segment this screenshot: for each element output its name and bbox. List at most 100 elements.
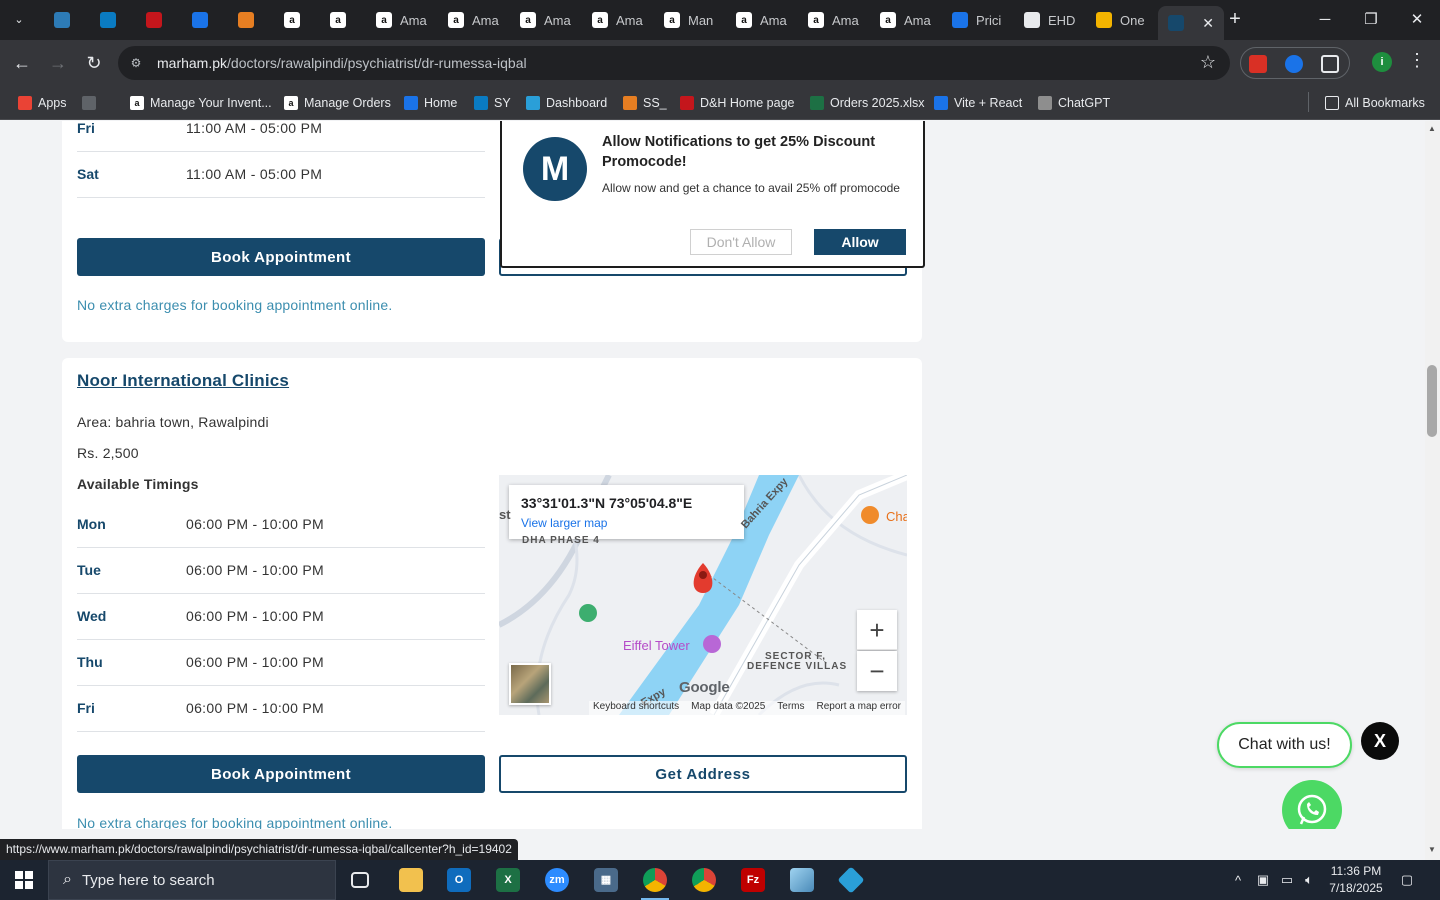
timing-hours: 11:00 AM - 05:00 PM — [186, 121, 323, 136]
map-satellite-toggle[interactable] — [509, 663, 551, 705]
address-bar[interactable]: ⚙ marham.pk/doctors/rawalpindi/psychiatr… — [118, 46, 1230, 80]
extension-red-icon[interactable] — [1249, 55, 1267, 73]
start-button[interactable] — [0, 860, 48, 900]
allow-button[interactable]: Allow — [814, 229, 906, 255]
tab-close-icon[interactable]: ✕ — [1202, 15, 1214, 32]
taskbar-file-explorer[interactable] — [391, 864, 431, 896]
dont-allow-button[interactable]: Don't Allow — [690, 229, 792, 255]
clinic-name[interactable]: Noor International Clinics — [77, 371, 289, 391]
bookmark-item[interactable]: SS_ — [623, 93, 667, 113]
bookmark-star-icon[interactable]: ☆ — [1200, 52, 1216, 73]
taskbar-chrome[interactable] — [635, 864, 675, 900]
taskbar-app[interactable] — [782, 864, 822, 896]
notifications-icon[interactable]: ▢ — [1394, 860, 1420, 900]
taskbar-chrome-2[interactable] — [684, 864, 724, 896]
chat-with-us-bubble[interactable]: Chat with us! — [1217, 722, 1352, 768]
task-view-icon — [351, 872, 369, 888]
browser-tab[interactable] — [44, 6, 90, 34]
browser-tab[interactable]: a Ama — [582, 6, 654, 34]
get-address-button[interactable]: Get Address — [499, 755, 907, 793]
map-zoom-out-button[interactable]: − — [857, 651, 897, 691]
view-larger-map-link[interactable]: View larger map — [521, 516, 607, 530]
map-keyboard-shortcuts-link[interactable]: Keyboard shortcuts — [593, 701, 679, 715]
book-appointment-button[interactable]: Book Appointment — [77, 755, 485, 793]
tray-overflow-icon[interactable]: ^ — [1228, 860, 1248, 900]
bookmark-item[interactable]: ChatGPT — [1038, 93, 1110, 113]
taskbar-filezilla[interactable]: Fz — [733, 864, 773, 896]
map-report-error-link[interactable]: Report a map error — [817, 701, 901, 715]
browser-tab[interactable]: a Ama — [798, 6, 870, 34]
site-info-icon[interactable]: ⚙ — [128, 55, 144, 71]
browser-tab[interactable] — [228, 6, 274, 34]
bookmark-item[interactable]: Vite + React — [934, 93, 1022, 113]
bookmark-item[interactable]: SY — [474, 93, 511, 113]
browser-tab[interactable]: a Ama — [870, 6, 942, 34]
bookmark-item[interactable]: Dashboard — [526, 93, 607, 113]
profile-avatar[interactable]: i — [1372, 52, 1392, 72]
booking-note: No extra charges for booking appointment… — [77, 297, 393, 313]
browser-tab[interactable]: a — [274, 6, 320, 34]
bookmark-item[interactable]: D&H Home page — [680, 93, 795, 113]
map-zoom-in-button[interactable]: + — [857, 610, 897, 650]
map-info-window: 33°31'01.3"N 73°05'04.8"E View larger ma… — [509, 485, 744, 539]
browser-tab[interactable]: Prici — [942, 6, 1014, 34]
browser-tab[interactable]: a — [320, 6, 366, 34]
taskbar-clock[interactable]: 11:36 PM 7/18/2025 — [1325, 863, 1387, 897]
bookmark-item[interactable]: Apps — [18, 93, 67, 113]
all-bookmarks-button[interactable]: All Bookmarks — [1325, 93, 1425, 113]
clinic-map[interactable]: 33°31'01.3"N 73°05'04.8"E View larger ma… — [499, 475, 907, 715]
browser-tab[interactable]: ✕ — [1158, 6, 1224, 40]
tab-title: Ama — [832, 12, 859, 28]
taskbar-outlook[interactable]: O — [439, 864, 479, 896]
browser-tab[interactable]: EHD — [1014, 6, 1086, 34]
bookmark-item[interactable]: a Manage Orders — [284, 93, 391, 113]
volume-icon[interactable]: 🔈︎ — [1299, 860, 1319, 900]
dollar-icon — [952, 12, 968, 28]
browser-tab[interactable]: a Ama — [438, 6, 510, 34]
bookmark-item[interactable]: a Manage Your Invent... — [130, 93, 272, 113]
bookmark-item[interactable]: Home — [404, 93, 457, 113]
amazon-icon: a — [448, 12, 464, 28]
amazon-icon: a — [808, 12, 824, 28]
browser-tab[interactable] — [90, 6, 136, 34]
page-scrollbar[interactable]: ▲ ▼ — [1425, 121, 1440, 860]
task-view-button[interactable] — [340, 864, 380, 896]
taskbar-excel[interactable]: X — [488, 864, 528, 896]
browser-tab[interactable]: a Ama — [366, 6, 438, 34]
browser-tab[interactable]: a Ama — [510, 6, 582, 34]
minimize-button[interactable]: ─ — [1302, 0, 1348, 40]
url-text[interactable]: marham.pk/doctors/rawalpindi/psychiatris… — [157, 55, 527, 71]
restore-button[interactable]: ❐ — [1348, 0, 1394, 40]
browser-tab[interactable] — [182, 6, 228, 34]
browser-tab[interactable]: One — [1086, 6, 1158, 34]
browser-tab[interactable]: a Ama — [726, 6, 798, 34]
extensions-puzzle-icon[interactable] — [1321, 55, 1339, 73]
tray-network-alert-icon[interactable]: ▣ — [1252, 860, 1274, 900]
scroll-up-icon[interactable]: ▲ — [1428, 124, 1436, 133]
bookmark-item[interactable] — [82, 93, 102, 113]
scroll-down-icon[interactable]: ▼ — [1428, 845, 1436, 854]
close-window-button[interactable]: ✕ — [1394, 0, 1440, 40]
forward-button[interactable]: → — [44, 49, 72, 77]
taskbar-calculator[interactable]: ▦ — [586, 864, 626, 896]
reload-button[interactable]: ↻ — [80, 49, 108, 77]
tab-search-button[interactable]: ⌄ — [6, 8, 32, 32]
bookmark-item[interactable]: Orders 2025.xlsx — [810, 93, 924, 113]
chat-close-button[interactable]: X — [1361, 722, 1399, 760]
extension-blue-icon[interactable] — [1285, 55, 1303, 73]
tray-network-icon[interactable]: ▭ — [1276, 860, 1298, 900]
new-tab-button[interactable]: + — [1224, 8, 1246, 30]
scroll-thumb[interactable] — [1427, 365, 1437, 437]
taskbar-app-2[interactable] — [831, 864, 871, 896]
map-terms-link[interactable]: Terms — [777, 701, 804, 715]
back-button[interactable]: ← — [8, 49, 36, 77]
browser-menu-icon[interactable]: ⋮ — [1408, 50, 1426, 71]
bookmark-label: Manage Orders — [304, 96, 391, 110]
browser-tab[interactable]: a Man — [654, 6, 726, 34]
dh-icon — [146, 12, 162, 28]
search-icon: ⌕ — [63, 871, 72, 888]
taskbar-zoom[interactable]: zm — [537, 864, 577, 896]
book-appointment-button[interactable]: Book Appointment — [77, 238, 485, 276]
browser-tab[interactable] — [136, 6, 182, 34]
taskbar-search-box[interactable]: ⌕ Type here to search — [48, 860, 336, 900]
